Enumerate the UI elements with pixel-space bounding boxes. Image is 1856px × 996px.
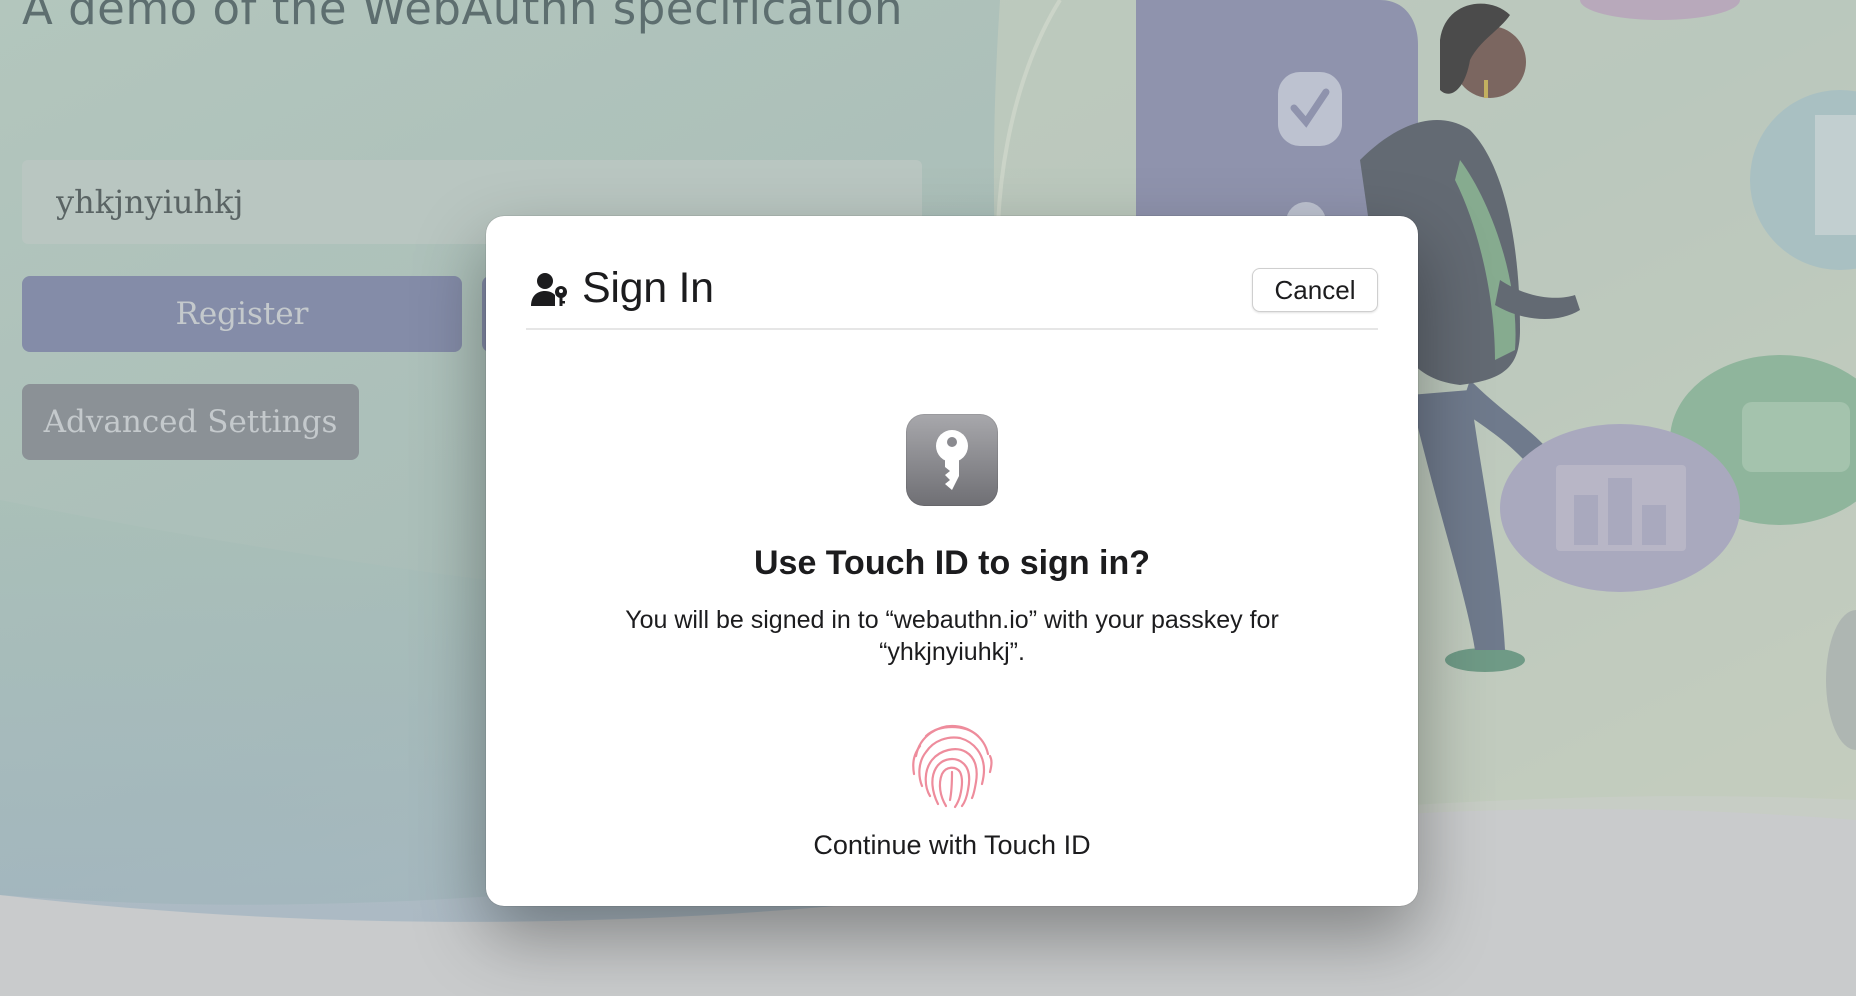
dialog-divider — [526, 328, 1378, 330]
screen: A demo of the WebAuthn specification Reg… — [0, 0, 1856, 996]
register-button[interactable]: Register — [22, 276, 462, 352]
fingerprint-icon[interactable] — [904, 716, 1000, 812]
person-key-icon — [531, 273, 567, 306]
continue-touch-id-button[interactable]: Continue with Touch ID — [486, 830, 1418, 861]
page-heading: A demo of the WebAuthn specification — [22, 0, 904, 35]
dialog-header: Sign In Cancel — [526, 246, 1378, 316]
prompt-message: You will be signed in to “webauthn.io” w… — [625, 606, 1279, 666]
sign-in-dialog: Sign In Cancel Use Touch ID to sign in? … — [486, 216, 1418, 906]
prompt-heading: Use Touch ID to sign in? — [753, 544, 1151, 582]
advanced-settings-button[interactable]: Advanced Settings — [22, 384, 359, 460]
passkey-key-icon — [906, 414, 998, 506]
dialog-title: Sign In — [582, 264, 714, 312]
cancel-button[interactable]: Cancel — [1252, 268, 1378, 312]
key-glyph — [936, 430, 968, 490]
